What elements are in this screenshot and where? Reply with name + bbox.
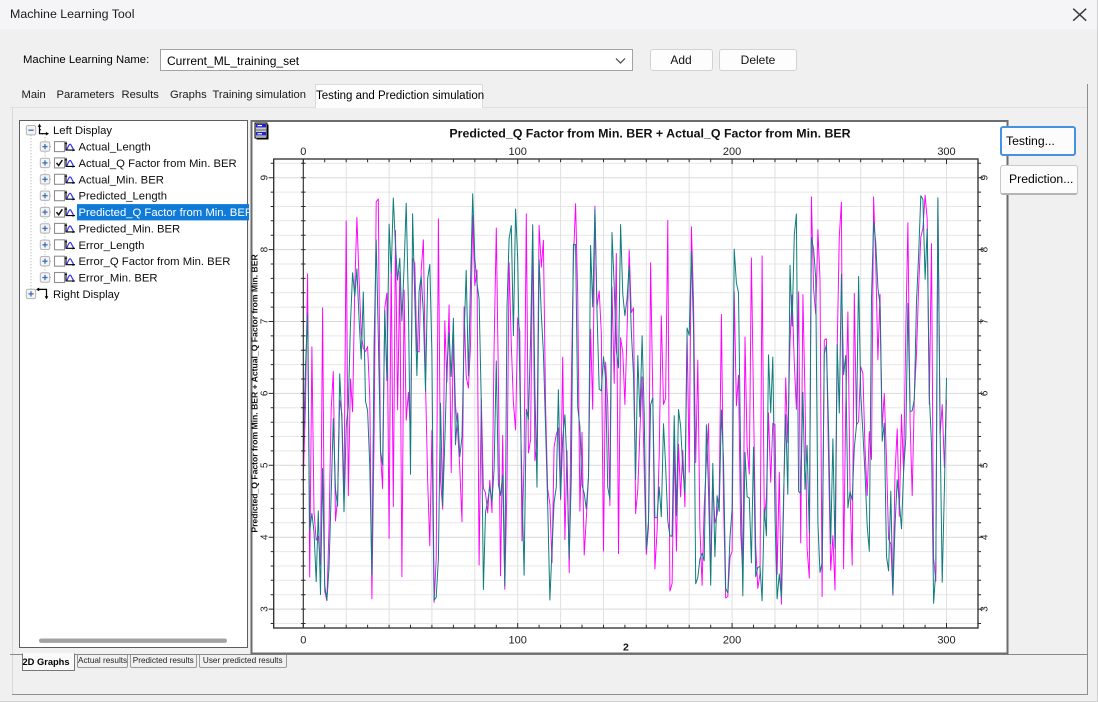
- svg-text:8: 8: [260, 246, 271, 252]
- svg-text:3: 3: [980, 606, 991, 612]
- svg-text:9: 9: [980, 174, 991, 180]
- svg-text:3: 3: [260, 606, 271, 612]
- svg-text:100: 100: [509, 635, 527, 647]
- svg-text:200: 200: [723, 635, 741, 647]
- svg-text:4: 4: [980, 534, 991, 540]
- svg-text:100: 100: [509, 146, 527, 158]
- svg-text:Predicted_Q Factor from Min. B: Predicted_Q Factor from Min. BER + Actua…: [250, 254, 260, 533]
- svg-text:6: 6: [980, 390, 991, 396]
- svg-text:6: 6: [260, 390, 271, 396]
- svg-text:8: 8: [980, 246, 991, 252]
- svg-text:Predicted_Q Factor from Min. B: Predicted_Q Factor from Min. BER + Actua…: [449, 127, 850, 141]
- svg-text:300: 300: [937, 635, 955, 647]
- svg-text:7: 7: [980, 318, 991, 324]
- svg-text:300: 300: [937, 146, 955, 158]
- svg-text:2: 2: [623, 642, 629, 654]
- svg-text:5: 5: [980, 462, 991, 468]
- svg-text:200: 200: [723, 146, 741, 158]
- svg-text:7: 7: [260, 318, 271, 324]
- svg-text:4: 4: [260, 534, 271, 540]
- svg-text:9: 9: [260, 174, 271, 180]
- svg-text:5: 5: [260, 462, 271, 468]
- svg-text:0: 0: [300, 635, 306, 647]
- svg-text:0: 0: [300, 146, 306, 158]
